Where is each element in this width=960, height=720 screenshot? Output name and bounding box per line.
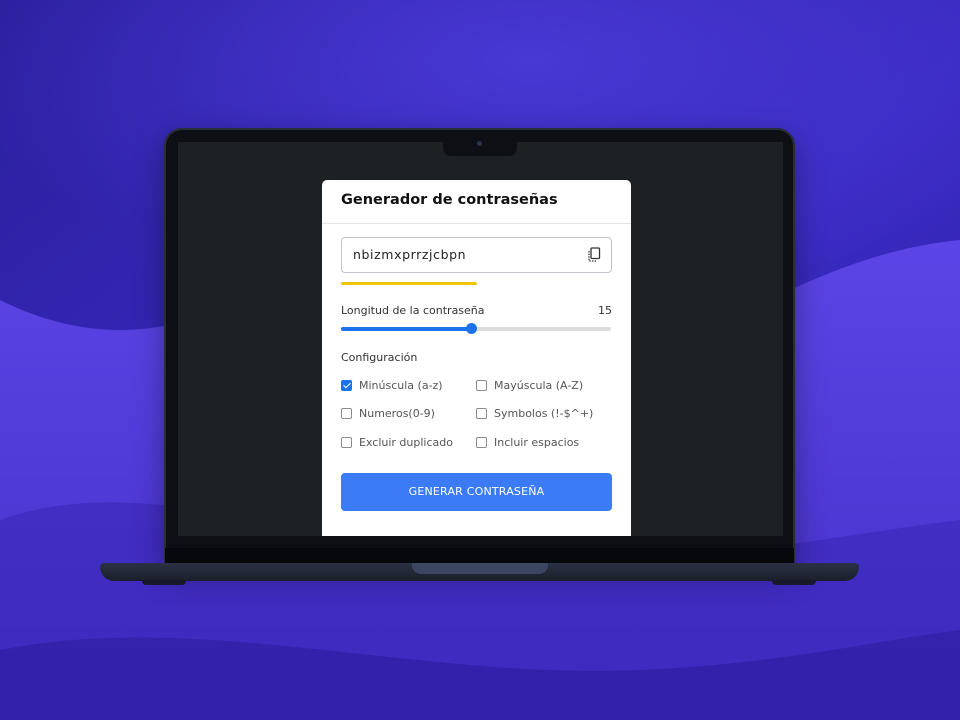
divider [322, 223, 631, 224]
option-numbers-label: Numeros(0-9) [359, 407, 435, 420]
strength-indicator [341, 282, 477, 285]
option-uppercase-label: Mayúscula (A-Z) [494, 379, 584, 392]
config-label: Configuración [341, 351, 418, 364]
camera-icon [477, 141, 482, 146]
laptop-foot-right [772, 580, 816, 585]
option-lowercase-label: Minúscula (a-z) [359, 379, 443, 392]
option-exclude-duplicates-label: Excluir duplicado [359, 436, 453, 449]
option-symbols-label: Symbolos (!-$^+) [494, 407, 594, 420]
length-slider[interactable] [341, 323, 611, 334]
screen-bezel-bottom [165, 548, 794, 564]
slider-fill [341, 327, 471, 331]
password-value: nbizmxprrzjcbpn [353, 247, 467, 262]
laptop-opening-notch [412, 563, 548, 574]
checkbox-uppercase[interactable] [476, 380, 487, 391]
length-value: 15 [598, 304, 612, 317]
checkbox-exclude-duplicates[interactable] [341, 437, 352, 448]
checkbox-symbols[interactable] [476, 408, 487, 419]
checkbox-lowercase[interactable] [341, 380, 352, 391]
checkbox-numbers[interactable] [341, 408, 352, 419]
card-title: Generador de contraseñas [341, 192, 558, 208]
laptop-foot-left [142, 580, 186, 585]
slider-thumb[interactable] [465, 323, 477, 334]
laptop-screen: Generador de contraseñas nbizmxprrzjcbpn… [178, 142, 783, 536]
password-field[interactable]: nbizmxprrzjcbpn [341, 237, 612, 273]
copy-icon[interactable] [587, 247, 601, 263]
option-include-spaces-label: Incluir espacios [494, 436, 580, 449]
password-generator-card: Generador de contraseñas nbizmxprrzjcbpn… [322, 180, 631, 536]
checkbox-include-spaces[interactable] [476, 437, 487, 448]
length-label: Longitud de la contraseña [341, 304, 485, 317]
generate-password-button[interactable]: GENERAR CONTRASEÑA [341, 473, 612, 511]
